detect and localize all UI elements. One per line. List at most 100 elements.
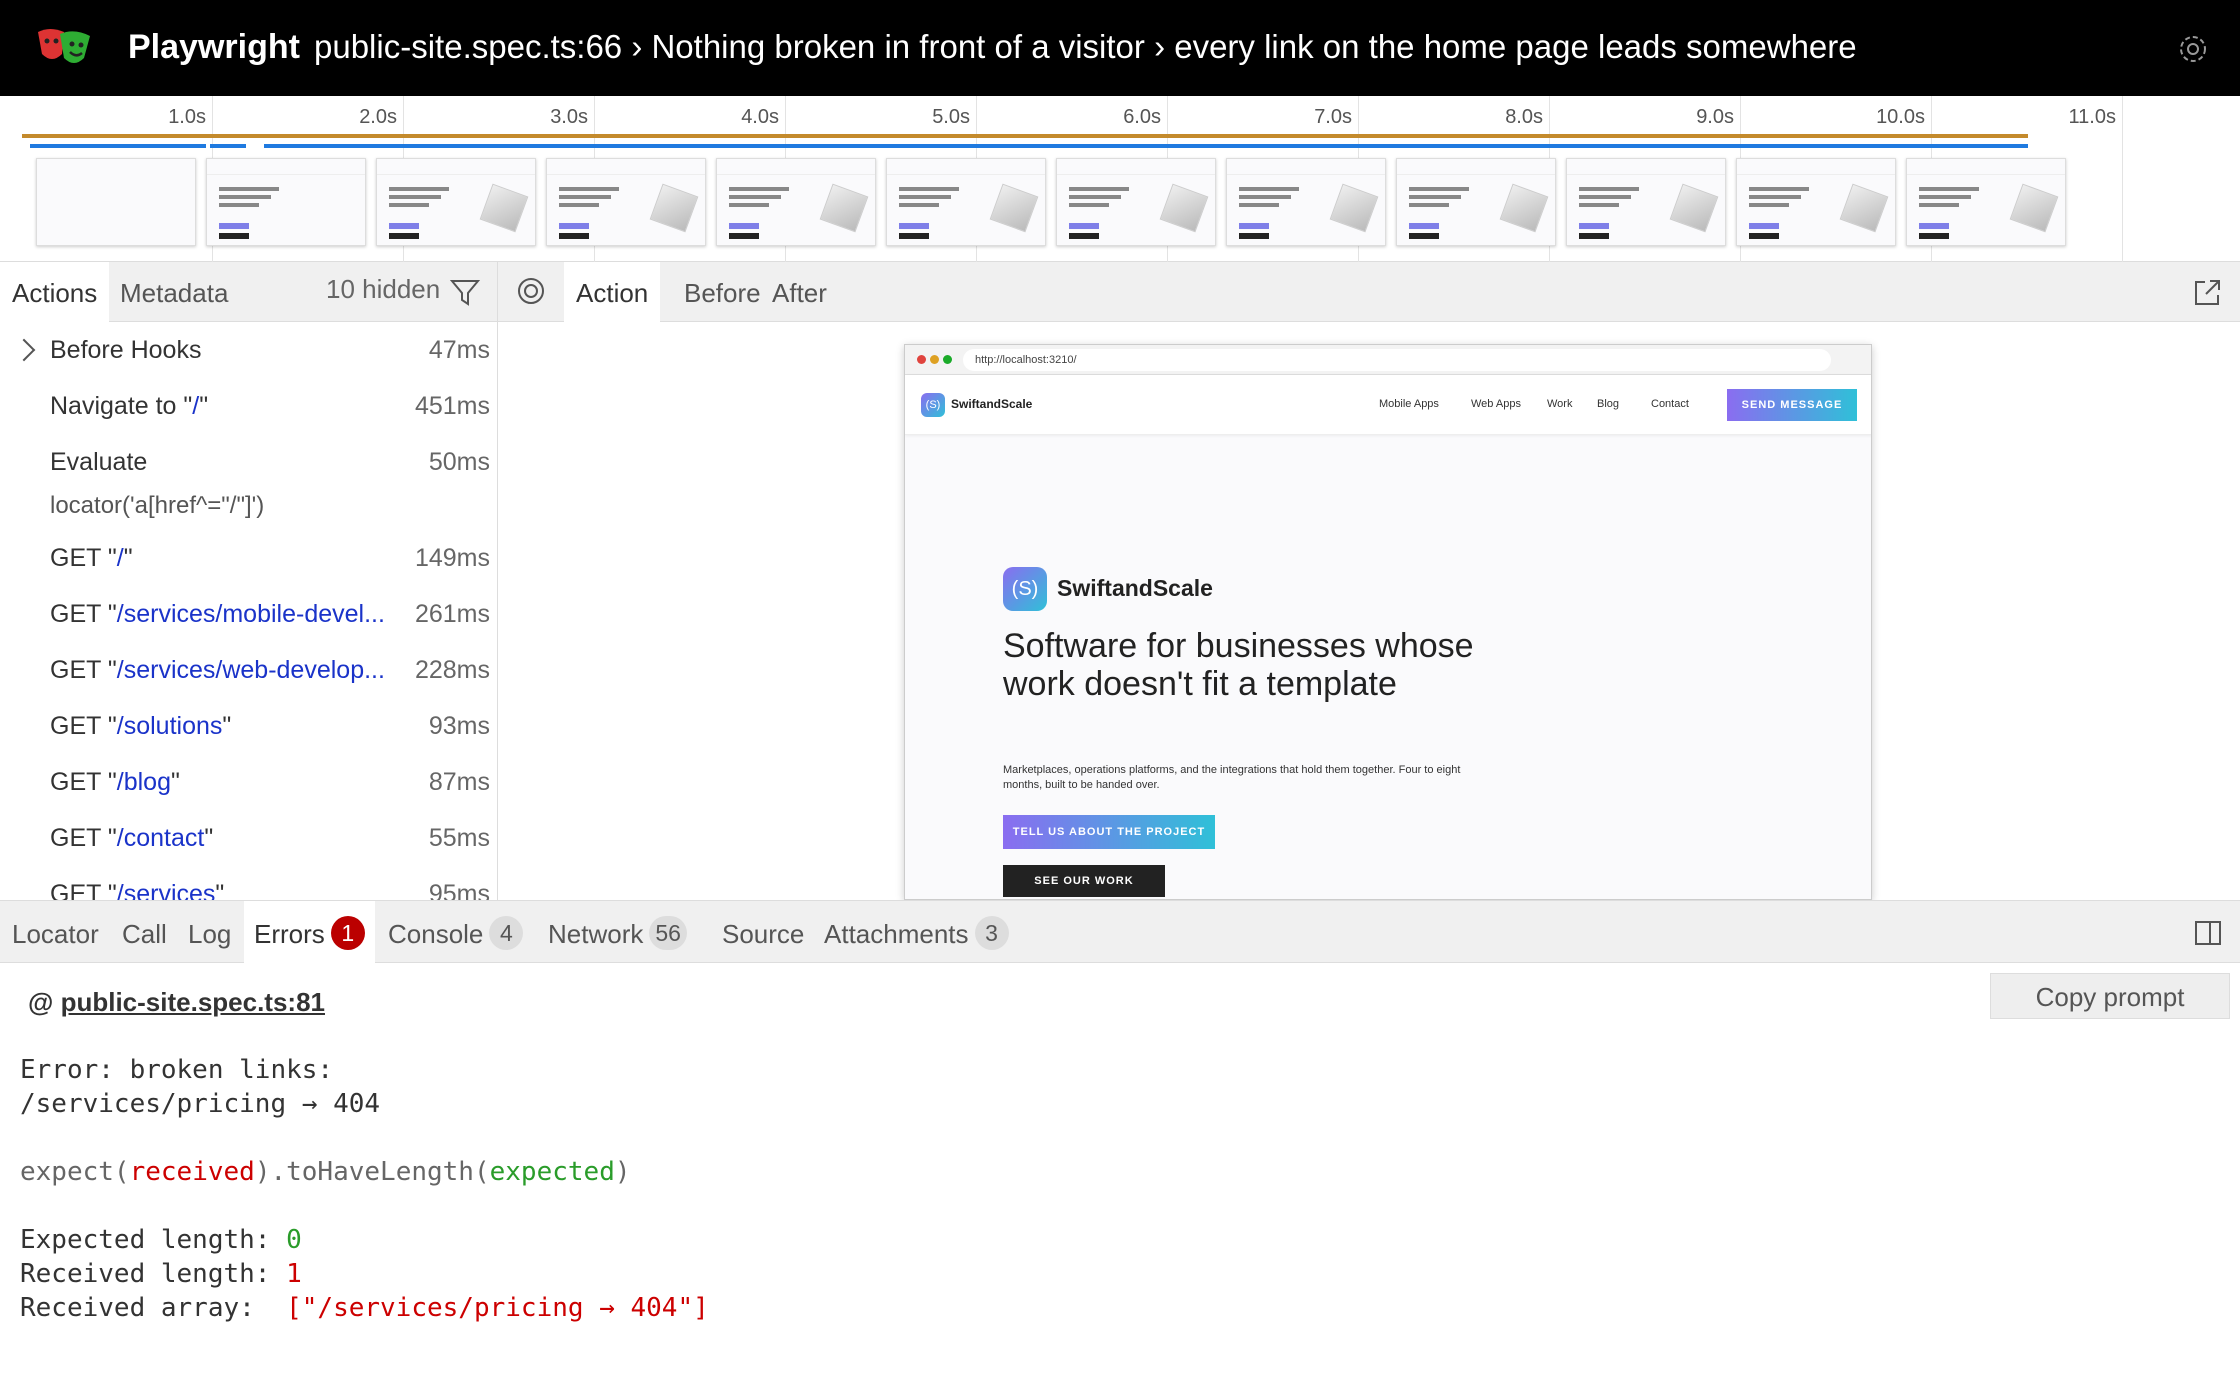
action-item[interactable]: GET "/contact" 55ms: [0, 810, 497, 866]
expect-suffix: ): [614, 1157, 631, 1187]
snapshot-panel: Action Before After http://localhost:321…: [498, 262, 2240, 900]
action-duration: 451ms: [414, 392, 490, 420]
details-panel: Locator Call Log Errors 1 Console 4 Networ…: [0, 900, 2240, 1400]
target-icon[interactable]: [516, 276, 546, 306]
expected-length-line: Expected length: 0: [20, 1225, 302, 1255]
tab-console-label: Console: [388, 919, 484, 949]
snapshot-tabbar: Action Before After: [498, 262, 2240, 322]
filmstrip-thumbnail[interactable]: [1056, 158, 1216, 246]
filmstrip-thumbnail[interactable]: [716, 158, 876, 246]
filmstrip-thumbnail[interactable]: [1396, 158, 1556, 246]
chevron-right-icon[interactable]: [12, 338, 36, 362]
nav-link-mobile-apps[interactable]: Mobile Apps: [1379, 398, 1439, 410]
app-brand: Playwright: [128, 28, 300, 66]
timeline-bar: [264, 144, 2028, 148]
nav-link-contact[interactable]: Contact: [1651, 398, 1689, 410]
error-location-link[interactable]: public-site.spec.ts:81: [61, 987, 325, 1017]
action-title-suffix: ": [215, 880, 225, 900]
filmstrip-thumbnail[interactable]: [1566, 158, 1726, 246]
tab-metadata[interactable]: Metadata: [108, 262, 240, 322]
action-url: /services/web-develop...: [116, 656, 385, 684]
tab-locator[interactable]: Locator: [12, 901, 99, 963]
console-count-badge: 4: [489, 916, 524, 950]
tab-call[interactable]: Call: [122, 901, 167, 963]
action-title-prefix: GET ": [50, 880, 117, 900]
nav-link-work[interactable]: Work: [1547, 398, 1572, 410]
action-duration: 93ms: [428, 712, 490, 740]
filmstrip-thumbnail[interactable]: [1736, 158, 1896, 246]
filmstrip-thumbnail[interactable]: [206, 158, 366, 246]
filmstrip-thumbnail[interactable]: [36, 158, 196, 246]
hidden-count[interactable]: 10 hidden: [326, 274, 440, 305]
action-title-prefix: GET ": [50, 712, 117, 740]
nav-link-blog[interactable]: Blog: [1597, 398, 1619, 410]
timeline-tick-label: 4.0s: [741, 106, 779, 128]
action-item[interactable]: GET "/" 149ms: [0, 530, 497, 586]
tab-actions[interactable]: Actions: [0, 262, 110, 322]
site-brand[interactable]: SwiftandScale: [951, 397, 1032, 411]
expect-received: received: [129, 1157, 255, 1187]
timeline-tick-label: 1.0s: [168, 106, 206, 128]
timeline-bar: [30, 144, 206, 148]
tab-before[interactable]: Before: [672, 262, 773, 322]
tab-action[interactable]: Action: [564, 262, 661, 322]
tell-us-button[interactable]: TELL US ABOUT THE PROJECT: [1003, 815, 1215, 849]
action-duration: 47ms: [428, 336, 490, 364]
minimize-dot: [930, 355, 939, 364]
filmstrip-thumbnail[interactable]: [376, 158, 536, 246]
playwright-masks-icon: [38, 29, 90, 63]
action-item[interactable]: GET "/services" 95ms: [0, 866, 497, 900]
tab-log[interactable]: Log: [188, 901, 231, 963]
address-bar: http://localhost:3210/: [963, 349, 1831, 371]
action-title-suffix: ": [123, 544, 133, 572]
timeline-tick-label: 3.0s: [550, 106, 588, 128]
error-location-prefix: @: [28, 987, 61, 1017]
filter-icon[interactable]: [450, 278, 480, 306]
action-title: GET "/contact": [50, 824, 213, 853]
tab-errors[interactable]: Errors 1: [244, 901, 375, 963]
action-item[interactable]: GET "/solutions" 93ms: [0, 698, 497, 754]
received-array-value: ["/services/pricing → 404"]: [286, 1293, 709, 1323]
errors-count-badge: 1: [330, 916, 365, 950]
site-logo[interactable]: (S): [921, 393, 945, 417]
tab-console[interactable]: Console 4: [388, 901, 524, 963]
action-item[interactable]: Evaluate 50ms locator('a[href^="/"]'): [0, 434, 497, 519]
action-duration: 261ms: [414, 600, 490, 628]
expect-expected: expected: [489, 1157, 615, 1187]
tab-attachments[interactable]: Attachments 3: [824, 901, 1009, 963]
action-title-prefix: GET ": [50, 824, 117, 852]
filmstrip-thumbnail[interactable]: [1226, 158, 1386, 246]
filmstrip-thumbnail[interactable]: [1906, 158, 2066, 246]
action-item[interactable]: GET "/blog" 87ms: [0, 754, 497, 810]
tab-after[interactable]: After: [760, 262, 839, 322]
timeline-bar: [22, 134, 2028, 138]
app-header: Playwright public-site.spec.ts:66 › Noth…: [0, 0, 2240, 96]
timeline[interactable]: 1.0s 2.0s 3.0s 4.0s 5.0s 6.0s 7.0s 8.0s 9.0s 10.0…: [0, 96, 2240, 262]
action-title-prefix: Evaluate: [50, 448, 148, 476]
action-title-suffix: ": [170, 768, 180, 796]
popout-icon[interactable]: [2192, 278, 2222, 308]
filmstrip-thumbnail[interactable]: [886, 158, 1046, 246]
action-item[interactable]: GET "/services/web-develop... 228ms: [0, 642, 497, 698]
tab-source[interactable]: Source: [722, 901, 804, 963]
gear-icon[interactable]: [2176, 32, 2210, 66]
action-item[interactable]: GET "/services/mobile-devel... 261ms: [0, 586, 497, 642]
action-item[interactable]: Before Hooks 47ms: [0, 322, 497, 378]
send-message-button[interactable]: SEND MESSAGE: [1727, 389, 1857, 421]
error-location: @ public-site.spec.ts:81: [28, 987, 325, 1018]
action-url: /: [116, 544, 124, 572]
filmstrip-thumbnail[interactable]: [546, 158, 706, 246]
timeline-tick-label: 6.0s: [1123, 106, 1161, 128]
received-length-value: 1: [286, 1259, 302, 1289]
close-dot: [917, 355, 926, 364]
copy-prompt-button[interactable]: Copy prompt: [1990, 973, 2230, 1019]
see-work-button[interactable]: SEE OUR WORK: [1003, 865, 1165, 897]
timeline-tick-label: 10.0s: [1876, 106, 1925, 128]
action-item[interactable]: Navigate to "/" 451ms: [0, 378, 497, 434]
test-title: public-site.spec.ts:66 › Nothing broken …: [314, 28, 1857, 65]
sidebar-toggle-icon[interactable]: [2194, 919, 2222, 947]
attachments-count-badge: 3: [974, 916, 1009, 950]
tab-network[interactable]: Network 56: [548, 901, 687, 963]
nav-link-web-apps[interactable]: Web Apps: [1471, 398, 1521, 410]
action-title: GET "/solutions": [50, 712, 231, 741]
